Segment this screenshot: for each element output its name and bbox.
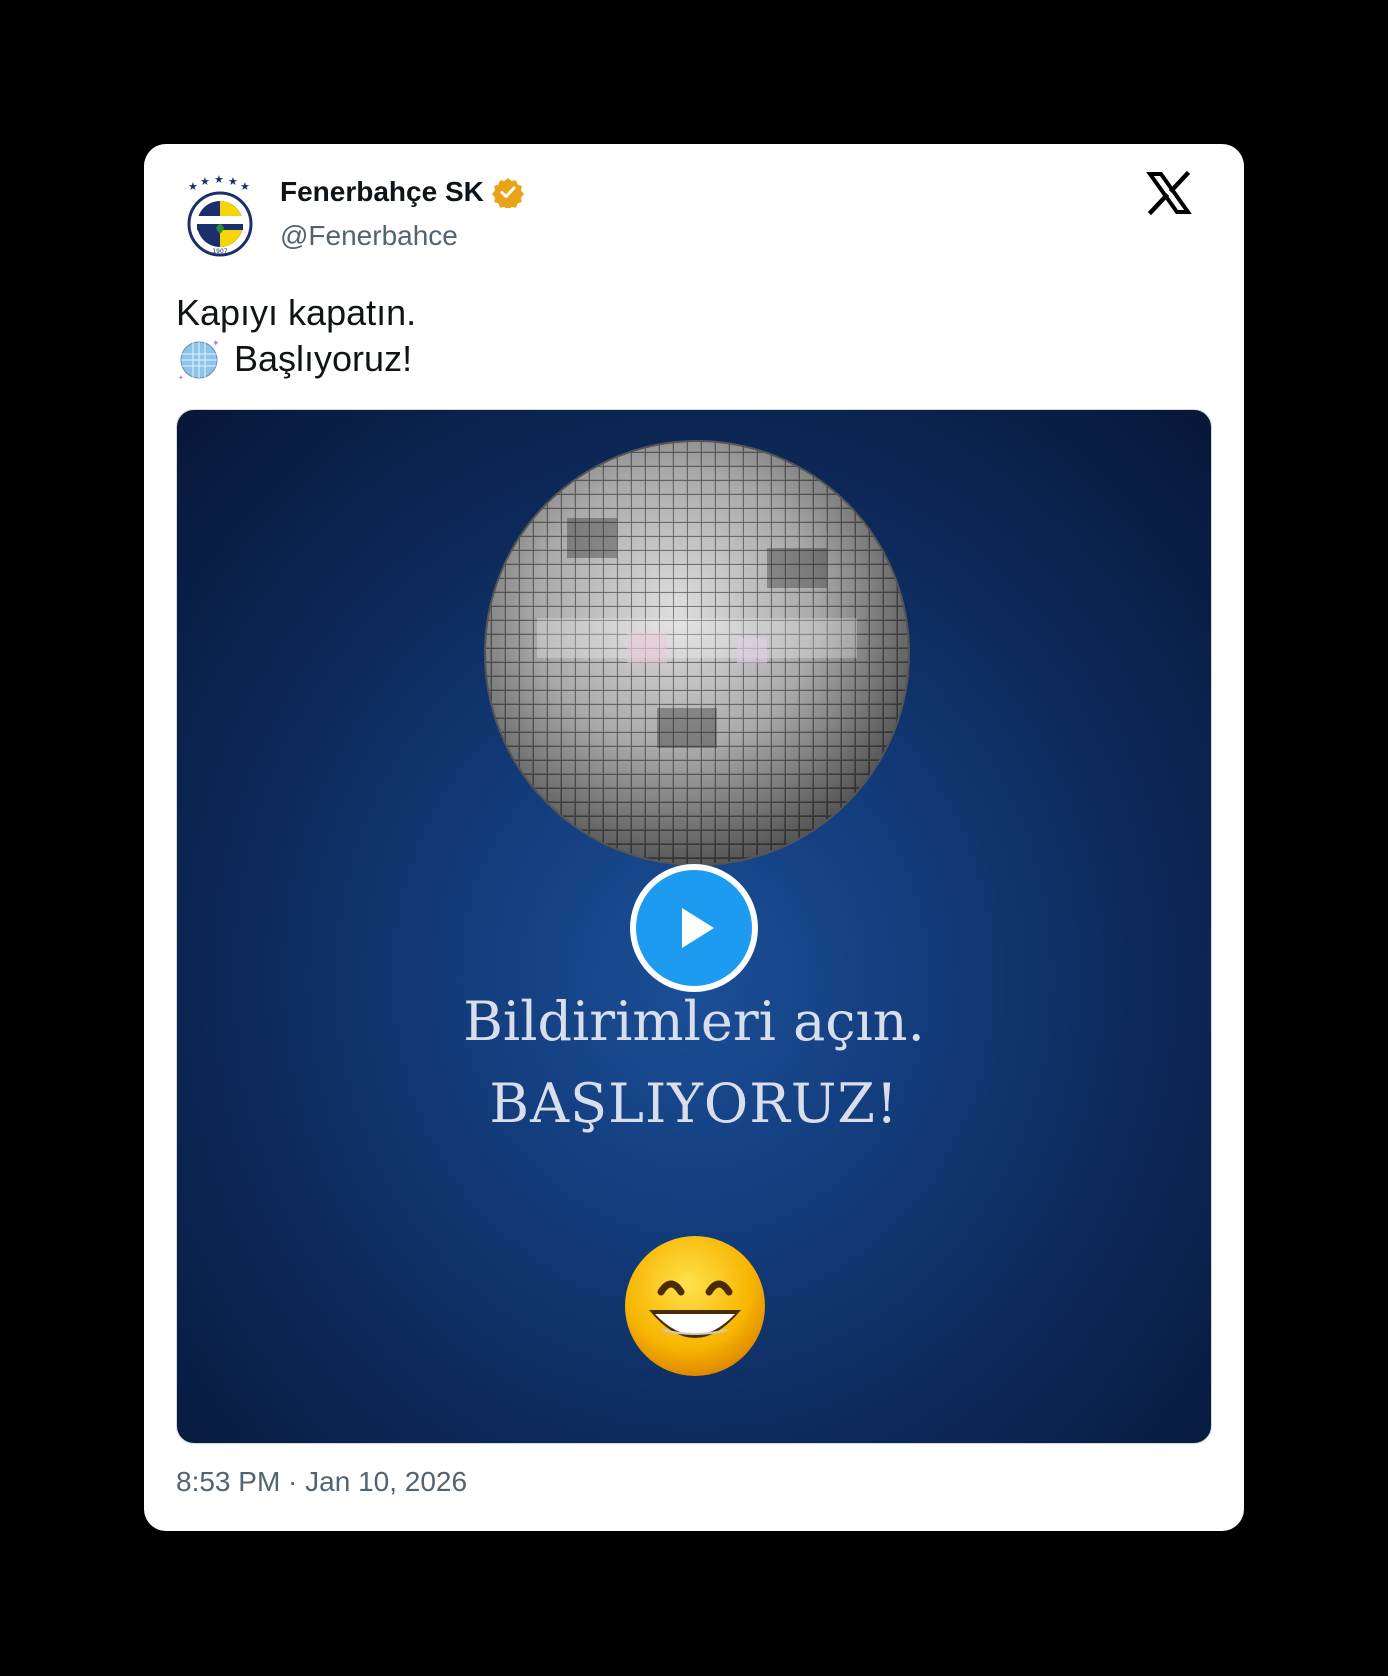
display-name[interactable]: Fenerbahçe SK [280, 176, 484, 208]
video-caption-line-2: BAŞLIYORUZ! [489, 1072, 899, 1135]
tweet-text: Kapıyı kapatın. ✦ ✦ Başlıyoruz! [176, 290, 416, 382]
svg-text:★: ★ [188, 180, 198, 193]
tweet-timestamp[interactable]: 8:53 PM · Jan 10, 2026 [176, 1466, 467, 1498]
tweet-card[interactable]: ★ ★ ★ ★ ★ 1907 Fenerbahçe SK @Fenerbahce Kap… [144, 144, 1244, 1531]
user-handle[interactable]: @Fenerbahce [280, 220, 458, 252]
tweet-line-2: Başlıyoruz! [234, 338, 413, 379]
svg-text:1907: 1907 [212, 248, 227, 255]
svg-text:★: ★ [240, 180, 250, 193]
disco-ball-image [484, 440, 910, 866]
play-icon [682, 908, 714, 948]
svg-text:★: ★ [214, 173, 224, 186]
mirror-ball-icon: ✦ ✦ [176, 336, 222, 382]
svg-text:✦: ✦ [212, 338, 220, 348]
svg-text:★: ★ [200, 175, 210, 188]
club-logo-avatar[interactable]: ★ ★ ★ ★ ★ 1907 [176, 172, 264, 260]
video-caption-line-1: Bildirimleri açın. [463, 990, 925, 1053]
video-player[interactable]: Bildirimleri açın. BAŞLIYORUZ! [176, 409, 1212, 1444]
play-button[interactable] [630, 864, 758, 992]
x-logo-icon[interactable] [1146, 170, 1192, 216]
tweet-line-1: Kapıyı kapatın. [176, 292, 417, 333]
svg-text:✦: ✦ [178, 374, 184, 382]
verified-badge-icon [491, 176, 524, 210]
grinning-face-icon [625, 1236, 765, 1376]
svg-text:★: ★ [228, 175, 238, 188]
